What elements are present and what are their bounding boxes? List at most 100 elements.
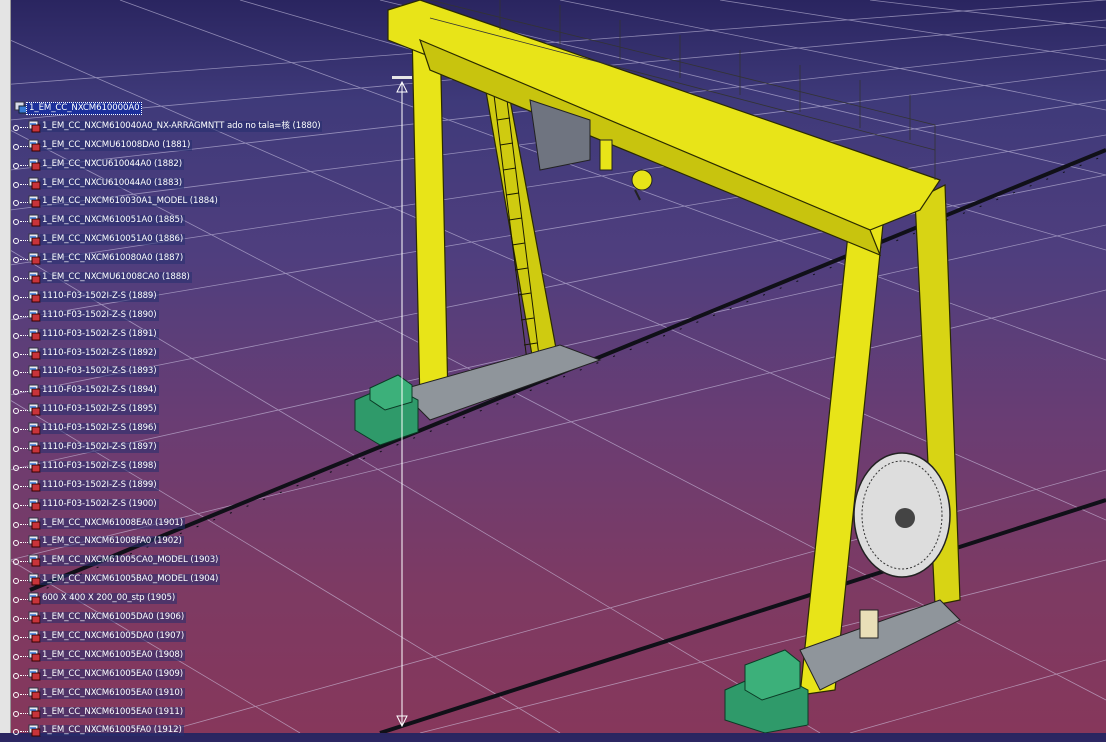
tree-item-label: 1_EM_CC_NXCMU61008DA0 (1881): [40, 139, 193, 151]
tree-connector-icon: [20, 599, 28, 601]
tree-connector-icon: [20, 410, 28, 412]
tree-expander-icon[interactable]: [13, 162, 19, 169]
tree-item-label: 600 X 400 X 200_00_stp (1905): [40, 593, 178, 605]
tree-connector-icon: [20, 296, 28, 298]
tree-connector-icon: [20, 448, 28, 450]
tree-expander-icon[interactable]: [13, 427, 19, 434]
tree-connector-icon: [20, 674, 28, 676]
tree-item-label: 1_EM_CC_NXCM61005DA0 (1907): [40, 630, 187, 642]
tree-item[interactable]: 1110-F03-1502I-Z-S (1899): [10, 478, 310, 497]
tree-expander-icon[interactable]: [13, 181, 19, 188]
tree-connector-icon: [20, 164, 28, 166]
tree-item[interactable]: 1110-F03-1502I-Z-S (1889): [10, 289, 310, 308]
tree-connector-icon: [20, 542, 28, 544]
tree-item-label: 1_EM_CC_NXCM610040A0_NX-ARRAGMNTT ado no…: [40, 120, 323, 132]
tree-expander-icon[interactable]: [13, 634, 19, 641]
tree-item[interactable]: 1110-F03-1502I-Z-S (1895): [10, 402, 310, 421]
tree-item[interactable]: 1_EM_CC_NXCM61005DA0 (1907): [10, 629, 310, 648]
tree-expander-icon[interactable]: [13, 351, 19, 358]
tree-item[interactable]: 1_EM_CC_NXCM61005EA0 (1911): [10, 705, 310, 724]
tree-expander-icon[interactable]: [13, 143, 19, 150]
tree-expander-icon[interactable]: [13, 672, 19, 679]
tree-item-label: 1110-F03-1502I-Z-S (1889): [40, 290, 159, 302]
tree-item[interactable]: 1_EM_CC_NXCM61008FA0 (1902): [10, 534, 310, 553]
tree-expander-icon[interactable]: [13, 540, 19, 547]
tree-item-label: 1_EM_CC_NXCM610080A0 (1887): [40, 253, 186, 265]
tree-expander-icon[interactable]: [13, 616, 19, 623]
tree-item[interactable]: 1110-F03-1502I-Z-S (1892): [10, 346, 310, 365]
tree-expander-icon[interactable]: [13, 597, 19, 604]
tree-item[interactable]: 1110-F03-1502I-Z-S (1891): [10, 327, 310, 346]
tree-item[interactable]: 1110-F03-1502I-Z-S (1896): [10, 421, 310, 440]
tree-expander-icon[interactable]: [13, 578, 19, 585]
tree-connector-icon: [20, 240, 28, 242]
tree-expander-icon[interactable]: [13, 313, 19, 320]
tree-item[interactable]: 1_EM_CC_NXCU610044A0 (1882): [10, 157, 310, 176]
tree-item[interactable]: 1_EM_CC_NXCM610051A0 (1886): [10, 232, 310, 251]
tree-expander-icon[interactable]: [13, 710, 19, 717]
tree-item[interactable]: 1_EM_CC_NXCM610051A0 (1885): [10, 213, 310, 232]
tree-item[interactable]: 1_EM_CC_NXCM610040A0_NX-ARRAGMNTT ado no…: [10, 119, 323, 138]
tree-expander-icon[interactable]: [13, 408, 19, 415]
tree-expander-icon[interactable]: [13, 294, 19, 301]
tree-item[interactable]: 1110-F03-1502I-Z-S (1894): [10, 383, 310, 402]
tree-connector-icon: [20, 561, 28, 563]
tree-expander-icon[interactable]: [13, 389, 19, 396]
tree-expander-icon[interactable]: [13, 502, 19, 509]
tree-item-label: 1110-F03-1502I-Z-S (1892): [40, 347, 159, 359]
cable-reel: [853, 452, 951, 578]
tree-expander-icon[interactable]: [13, 276, 19, 283]
tree-expander-icon[interactable]: [13, 521, 19, 528]
tree-connector-icon: [20, 485, 28, 487]
tree-item[interactable]: 1110-F03-1502I-Z-S (1890): [10, 308, 310, 327]
tree-item[interactable]: 600 X 400 X 200_00_stp (1905): [10, 591, 310, 610]
tree-connector-icon: [20, 183, 28, 185]
tree-root-node[interactable]: 1_EM_CC_NXCM610000A0: [10, 100, 310, 119]
tree-item[interactable]: 1110-F03-1502I-Z-S (1898): [10, 459, 310, 478]
tree-expander-icon[interactable]: [13, 332, 19, 339]
tree-item-label: 1_EM_CC_NXCM61008FA0 (1902): [40, 536, 184, 548]
tree-root-label: 1_EM_CC_NXCM610000A0: [26, 102, 143, 115]
tree-item[interactable]: 1_EM_CC_NXCM610080A0 (1887): [10, 251, 310, 270]
tree-connector-icon: [20, 372, 28, 374]
specification-tree[interactable]: 1_EM_CC_NXCM610000A0 1_EM_CC_NXCM610040A…: [10, 100, 323, 742]
tree-expander-icon[interactable]: [13, 729, 19, 736]
tree-expander-icon[interactable]: [13, 219, 19, 226]
tree-expander-icon[interactable]: [13, 370, 19, 377]
tree-item[interactable]: 1_EM_CC_NXCM61005DA0 (1906): [10, 610, 310, 629]
tree-connector-icon: [20, 315, 28, 317]
tree-item[interactable]: 1_EM_CC_NXCM61005EA0 (1909): [10, 667, 310, 686]
tree-item[interactable]: 1_EM_CC_NXCM61005BA0_MODEL (1904): [10, 572, 310, 591]
tree-expander-icon[interactable]: [13, 238, 19, 245]
tree-item-label: 1110-F03-1502I-Z-S (1895): [40, 404, 159, 416]
tree-expander-icon[interactable]: [13, 464, 19, 471]
tree-item[interactable]: 1_EM_CC_NXCM61005EA0 (1910): [10, 686, 310, 705]
tree-expander-icon[interactable]: [13, 691, 19, 698]
tree-item-label: 1110-F03-1502I-Z-S (1898): [40, 460, 159, 472]
tree-item-label: 1_EM_CC_NXCM61005FA0 (1912): [40, 725, 184, 737]
tree-connector-icon: [20, 334, 28, 336]
tree-item[interactable]: 1_EM_CC_NXCM61005CA0_MODEL (1903): [10, 553, 310, 572]
tree-expander-icon[interactable]: [13, 559, 19, 566]
tree-expander-icon[interactable]: [13, 200, 19, 207]
tree-expander-icon[interactable]: [13, 653, 19, 660]
tree-expander-icon[interactable]: [13, 446, 19, 453]
tree-connector-icon: [20, 145, 28, 147]
tree-item[interactable]: 1_EM_CC_NXCM610030A1_MODEL (1884): [10, 194, 310, 213]
tree-item[interactable]: 1_EM_CC_NXCMU61008CA0 (1888): [10, 270, 310, 289]
tree-expander-icon[interactable]: [13, 257, 19, 264]
tree-item[interactable]: 1_EM_CC_NXCM61008EA0 (1901): [10, 516, 310, 535]
tree-item[interactable]: 1110-F03-1502I-Z-S (1897): [10, 440, 310, 459]
tree-connector-icon: [20, 655, 28, 657]
tree-connector-icon: [20, 259, 28, 261]
tree-expander-icon[interactable]: [13, 483, 19, 490]
tree-connector-icon: [20, 580, 28, 582]
tree-connector-icon: [20, 523, 28, 525]
tree-item[interactable]: 1_EM_CC_NXCU610044A0 (1883): [10, 176, 310, 195]
tree-item[interactable]: 1_EM_CC_NXCM61005EA0 (1908): [10, 648, 310, 667]
tree-item[interactable]: 1_EM_CC_NXCMU61008DA0 (1881): [10, 138, 310, 157]
tree-item[interactable]: 1110-F03-1502I-Z-S (1900): [10, 497, 310, 516]
tree-item[interactable]: 1110-F03-1502I-Z-S (1893): [10, 364, 310, 383]
tree-expander-icon[interactable]: [13, 124, 19, 131]
tree-item-label: 1110-F03-1502I-Z-S (1893): [40, 366, 159, 378]
